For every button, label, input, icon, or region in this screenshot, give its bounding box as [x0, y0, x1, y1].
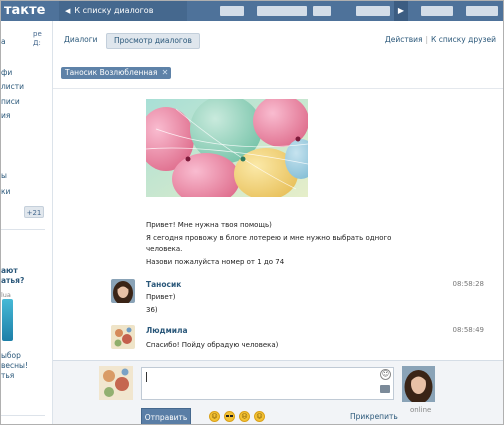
ad-image[interactable] — [2, 299, 13, 341]
tab-dialogs[interactable]: Диалоги — [57, 33, 105, 47]
message-input[interactable] — [141, 367, 394, 400]
nav-button-6[interactable] — [466, 6, 498, 16]
friends-list-link[interactable]: К списку друзей — [431, 35, 496, 44]
nav-button-5[interactable] — [421, 6, 453, 16]
nav-button-4[interactable] — [356, 6, 390, 16]
chevron-left-icon: ◀ — [65, 7, 71, 15]
back-to-dialogs-link[interactable]: ◀ К списку диалогов — [59, 1, 187, 21]
ad-site[interactable]: lua — [1, 291, 11, 299]
message-line: Привет! Мне нужна твоя помощь) — [146, 221, 272, 229]
message-time: 08:58:28 — [452, 280, 484, 288]
emoji-sad-icon[interactable]: ☹ — [239, 411, 250, 422]
emoji-cool-icon[interactable] — [224, 411, 235, 422]
friend-avatar[interactable] — [402, 366, 435, 402]
avatar-image — [111, 279, 135, 303]
send-button[interactable]: Отправить — [141, 408, 191, 424]
sidebar-item[interactable]: писи — [1, 97, 20, 106]
message-author[interactable]: Людмила — [146, 326, 188, 335]
smile-icon[interactable]: ☺ — [380, 369, 391, 380]
site-logo[interactable]: такте — [4, 3, 45, 18]
separator: | — [425, 35, 429, 44]
sidebar-item[interactable]: ки — [1, 187, 10, 196]
close-icon[interactable]: ✕ — [162, 67, 169, 79]
message-line: Спасибо! Пойду обрадую человека) — [146, 341, 279, 349]
emoji-happy-icon[interactable]: ☺ — [254, 411, 265, 422]
emoji-smile-icon[interactable]: ☺ — [209, 411, 220, 422]
nav-button-1[interactable] — [220, 6, 244, 16]
sidebar-item[interactable]: фи — [1, 68, 12, 77]
message-time: 08:58:49 — [452, 326, 484, 334]
friend-avatar-image — [402, 366, 435, 402]
nav-button-3[interactable] — [313, 6, 331, 16]
my-avatar[interactable] — [99, 366, 133, 400]
message-author[interactable]: Таносик — [146, 280, 181, 289]
sidebar-item[interactable]: листи — [1, 82, 24, 91]
message-composer: ☺ online Отправить ☺ ☹ ☺ Прикрепить — [53, 360, 503, 424]
avatar[interactable] — [111, 279, 135, 303]
tab-view-dialogs[interactable]: Просмотр диалогов — [106, 33, 200, 49]
message-history[interactable]: Привет! Мне нужна твоя помощь) Я сегодня… — [53, 89, 503, 379]
avatar-image — [111, 325, 135, 349]
sidebar-item[interactable]: ия — [1, 111, 10, 120]
nav-button-2[interactable] — [257, 6, 307, 16]
tabs-bar: Диалоги Просмотр диалогов Действия | К спи… — [53, 21, 503, 59]
sunglasses-icon — [226, 415, 233, 417]
ad-text[interactable]: ыбор весны! тья — [1, 351, 28, 381]
filter-row: Таносик Возлюбленная ✕ — [53, 58, 503, 89]
attach-link[interactable]: Прикрепить — [350, 412, 398, 421]
actions-bar: Действия | К списку друзей — [385, 35, 496, 44]
message-line: Я сегодня провожу в блоге лотерею и мне … — [146, 234, 392, 242]
play-icon[interactable]: ▶ — [394, 1, 408, 21]
divider — [1, 415, 45, 416]
text-caret — [146, 372, 147, 382]
divider — [1, 229, 45, 230]
browser-frame: такте ◀ К списку диалогов ▶ ре Д: а фи лис… — [0, 0, 504, 425]
attached-photo[interactable] — [146, 99, 308, 197]
message-line: Назови пожалуйста номер от 1 до 74 — [146, 258, 285, 266]
sidebar-top-fragment: ре Д: — [33, 30, 42, 47]
recipient-chip-label: Таносик Возлюбленная — [65, 68, 158, 77]
recipient-chip[interactable]: Таносик Возлюбленная ✕ — [61, 67, 172, 79]
sidebar-item[interactable]: а — [1, 37, 6, 46]
my-avatar-image — [99, 366, 133, 400]
message-line: 36) — [146, 306, 158, 314]
message-line: человека. — [146, 245, 183, 253]
top-bar: такте ◀ К списку диалогов ▶ — [1, 1, 503, 21]
ad-title[interactable]: ают атья? — [1, 266, 24, 286]
avatar[interactable] — [111, 325, 135, 349]
message-line: Привет) — [146, 293, 176, 301]
back-link-label: К списку диалогов — [74, 6, 154, 15]
counter-badge[interactable]: +21 — [24, 206, 44, 218]
online-status: online — [410, 406, 432, 414]
left-sidebar: ре Д: а фи листи писи ия ы ки +21 ают атья… — [1, 21, 46, 424]
camera-icon[interactable] — [380, 385, 390, 393]
actions-link[interactable]: Действия — [385, 35, 423, 44]
balloons-image — [146, 99, 308, 197]
sidebar-item[interactable]: ы — [1, 171, 7, 180]
dialog-panel: Диалоги Просмотр диалогов Действия | К спи… — [52, 21, 503, 424]
